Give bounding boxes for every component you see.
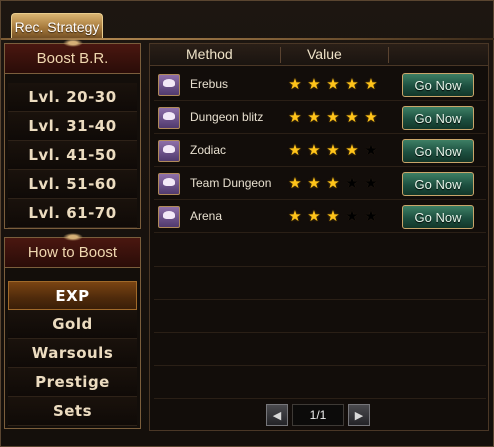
page-indicator: 1/1 bbox=[292, 404, 344, 426]
star-filled-icon: ★ bbox=[307, 108, 321, 126]
star-filled-icon: ★ bbox=[288, 75, 302, 93]
star-empty-icon: ★ bbox=[364, 207, 378, 225]
empty-row-line bbox=[154, 299, 486, 300]
star-rating: ★ ★ ★ ★ ★ bbox=[287, 75, 379, 93]
recommended-strategy-panel: Rec. Strategy Boost B.R. Lvl. 20-30 Lvl.… bbox=[0, 0, 494, 447]
star-filled-icon: ★ bbox=[345, 108, 359, 126]
triangle-left-icon: ◀ bbox=[272, 408, 282, 422]
star-filled-icon: ★ bbox=[288, 174, 302, 192]
prev-page-button[interactable]: ◀ bbox=[266, 404, 288, 426]
star-filled-icon: ★ bbox=[307, 141, 321, 159]
how-to-boost-section: How to Boost EXP Gold Warsouls Prestige … bbox=[4, 233, 141, 429]
method-name: Zodiac bbox=[190, 143, 227, 157]
how-to-boost-header: How to Boost bbox=[5, 233, 140, 268]
next-page-button[interactable]: ▶ bbox=[348, 404, 370, 426]
star-filled-icon: ★ bbox=[326, 141, 340, 159]
go-now-button[interactable]: Go Now bbox=[402, 172, 474, 196]
star-filled-icon: ★ bbox=[326, 75, 340, 93]
star-empty-icon: ★ bbox=[345, 174, 359, 192]
pagination: ◀ 1/1 ▶ bbox=[266, 404, 374, 426]
star-filled-icon: ★ bbox=[364, 75, 378, 93]
boost-category-gold[interactable]: Gold bbox=[8, 310, 137, 339]
star-empty-icon: ★ bbox=[345, 207, 359, 225]
star-filled-icon: ★ bbox=[345, 141, 359, 159]
go-now-button[interactable]: Go Now bbox=[402, 139, 474, 163]
table-row: Arena ★ ★ ★ ★ ★ Go Now bbox=[154, 201, 486, 233]
go-now-button[interactable]: Go Now bbox=[402, 73, 474, 97]
star-rating: ★ ★ ★ ★ ★ bbox=[287, 174, 379, 192]
go-now-button[interactable]: Go Now bbox=[402, 205, 474, 229]
star-filled-icon: ★ bbox=[364, 108, 378, 126]
star-filled-icon: ★ bbox=[307, 75, 321, 93]
empty-row-line bbox=[154, 266, 486, 267]
boost-category-prestige[interactable]: Prestige bbox=[8, 368, 137, 397]
star-filled-icon: ★ bbox=[326, 174, 340, 192]
level-range-item[interactable]: Lvl. 41-50 bbox=[8, 141, 137, 170]
go-now-button[interactable]: Go Now bbox=[402, 106, 474, 130]
column-method: Method bbox=[186, 46, 233, 62]
empty-row-line bbox=[154, 398, 486, 399]
star-filled-icon: ★ bbox=[288, 141, 302, 159]
table-row: Erebus ★ ★ ★ ★ ★ Go Now bbox=[154, 69, 486, 101]
enhance-icon bbox=[158, 206, 180, 228]
method-table: Method Value Erebus ★ ★ ★ ★ ★ Go Now Dungeon bl… bbox=[149, 43, 489, 431]
table-row: Zodiac ★ ★ ★ ★ ★ Go Now bbox=[154, 135, 486, 167]
method-name: Erebus bbox=[190, 77, 229, 91]
boost-br-list: Lvl. 20-30 Lvl. 31-40 Lvl. 41-50 Lvl. 51… bbox=[5, 74, 140, 228]
star-rating: ★ ★ ★ ★ ★ bbox=[287, 108, 379, 126]
level-range-item[interactable]: Lvl. 51-60 bbox=[8, 170, 137, 199]
star-filled-icon: ★ bbox=[307, 174, 321, 192]
empty-row-line bbox=[154, 332, 486, 333]
boost-br-header: Boost B.R. bbox=[5, 39, 140, 74]
empty-row-line bbox=[154, 365, 486, 366]
star-filled-icon: ★ bbox=[288, 207, 302, 225]
enhance-icon bbox=[158, 140, 180, 162]
boost-category-exp[interactable]: EXP bbox=[8, 281, 137, 310]
how-to-boost-list: EXP Gold Warsouls Prestige Sets bbox=[5, 268, 140, 426]
method-name: Arena bbox=[190, 209, 223, 223]
column-divider bbox=[280, 47, 281, 63]
star-filled-icon: ★ bbox=[326, 207, 340, 225]
star-rating: ★ ★ ★ ★ ★ bbox=[287, 141, 379, 159]
level-range-item[interactable]: Lvl. 31-40 bbox=[8, 112, 137, 141]
triangle-right-icon: ▶ bbox=[354, 408, 364, 422]
level-range-item[interactable]: Lvl. 20-30 bbox=[8, 83, 137, 112]
star-filled-icon: ★ bbox=[345, 75, 359, 93]
star-filled-icon: ★ bbox=[288, 108, 302, 126]
boost-category-sets[interactable]: Sets bbox=[8, 397, 137, 426]
level-range-item[interactable]: Lvl. 61-70 bbox=[8, 199, 137, 228]
star-empty-icon: ★ bbox=[364, 174, 378, 192]
enhance-icon bbox=[158, 74, 180, 96]
boost-category-warsouls[interactable]: Warsouls bbox=[8, 339, 137, 368]
table-row: Dungeon blitz ★ ★ ★ ★ ★ Go Now bbox=[154, 102, 486, 134]
method-name: Team Dungeon bbox=[190, 176, 272, 190]
enhance-icon bbox=[158, 173, 180, 195]
table-row: Team Dungeon ★ ★ ★ ★ ★ Go Now bbox=[154, 168, 486, 200]
star-filled-icon: ★ bbox=[326, 108, 340, 126]
table-header: Method Value bbox=[150, 44, 488, 66]
method-name: Dungeon blitz bbox=[190, 110, 264, 124]
enhance-icon bbox=[158, 107, 180, 129]
column-value: Value bbox=[307, 46, 342, 62]
column-divider bbox=[388, 47, 389, 63]
boost-br-section: Boost B.R. Lvl. 20-30 Lvl. 31-40 Lvl. 41… bbox=[4, 39, 141, 229]
star-empty-icon: ★ bbox=[364, 141, 378, 159]
star-filled-icon: ★ bbox=[307, 207, 321, 225]
tab-rec-strategy[interactable]: Rec. Strategy bbox=[11, 13, 103, 39]
star-rating: ★ ★ ★ ★ ★ bbox=[287, 207, 379, 225]
